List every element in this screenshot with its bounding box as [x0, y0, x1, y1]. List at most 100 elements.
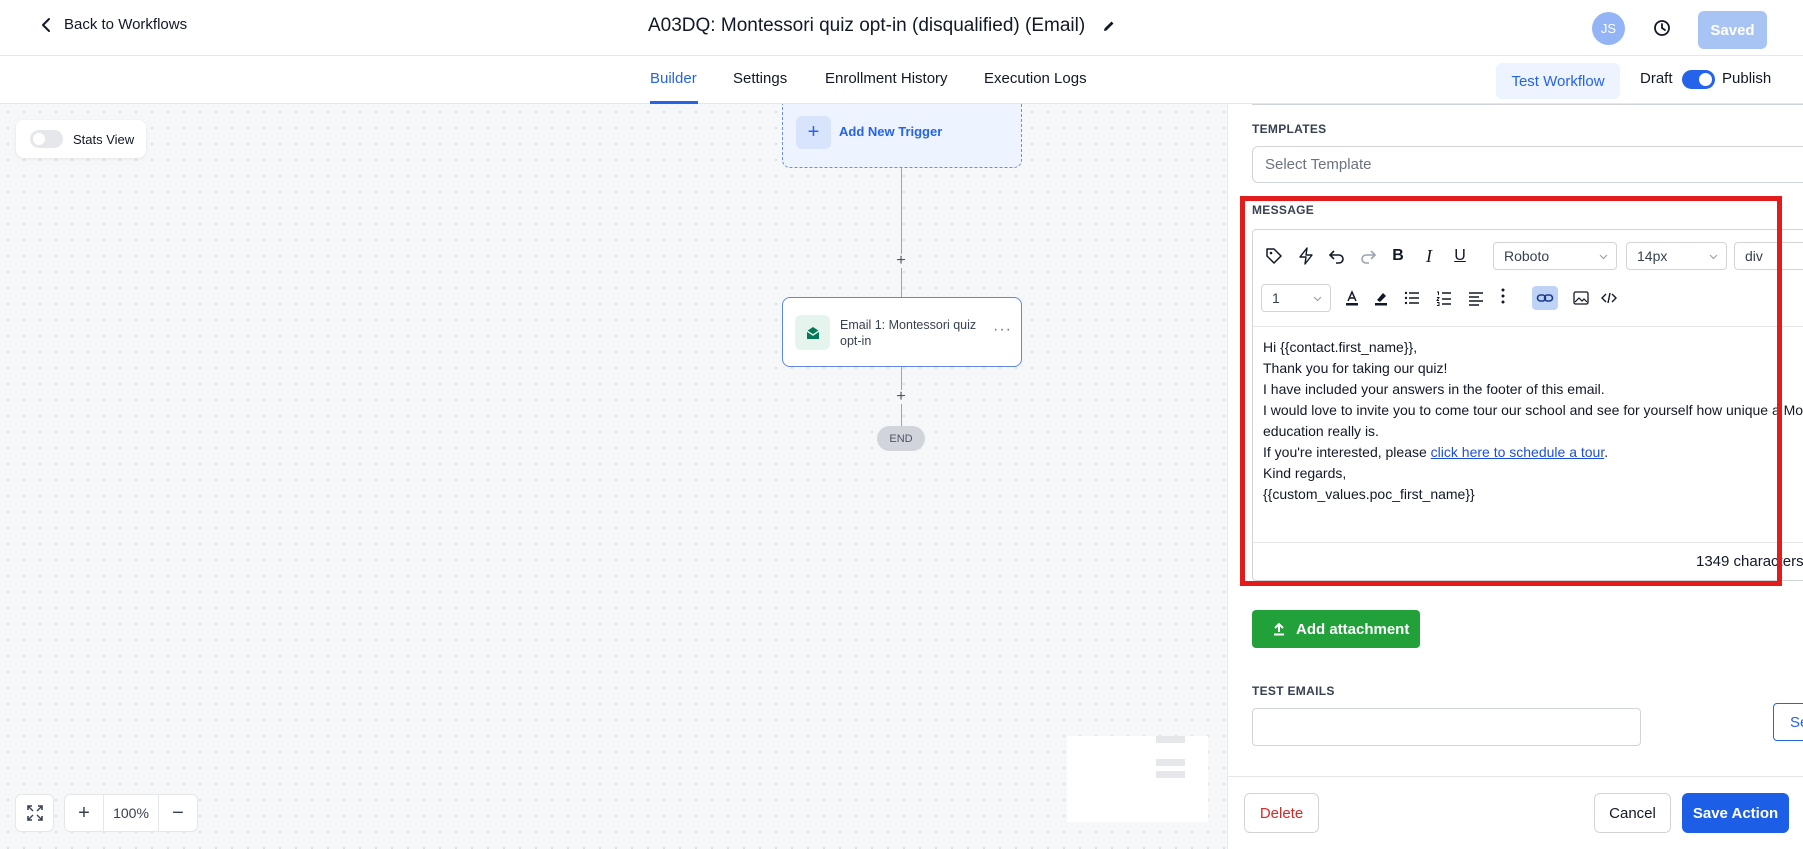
zoom-controls: + 100% − — [15, 794, 198, 832]
font-family-value: Roboto — [1504, 248, 1550, 264]
bullet-list-icon[interactable] — [1401, 287, 1423, 309]
footer-divider — [1228, 776, 1803, 777]
minimap[interactable] — [1067, 736, 1208, 822]
stats-view-toggle[interactable]: Stats View — [16, 120, 146, 158]
zoom-in-button[interactable]: + — [65, 795, 103, 831]
add-trigger-node[interactable]: + Add New Trigger — [782, 104, 1022, 168]
stats-view-label: Stats View — [73, 131, 135, 147]
zoom-out-button[interactable]: − — [159, 795, 197, 831]
font-size-value: 14px — [1637, 248, 1668, 264]
font-size-select[interactable]: 14px — [1626, 242, 1727, 270]
message-body[interactable]: Hi {{contact.first_name}}, Thank you for… — [1263, 337, 1803, 505]
counter-divider — [1253, 542, 1803, 543]
more-vertical-icon[interactable] — [1492, 285, 1514, 307]
expand-icon — [26, 805, 43, 821]
templates-label: TEMPLATES — [1252, 122, 1327, 136]
message-line: If you're interested, please click here … — [1263, 442, 1803, 463]
lightning-icon[interactable] — [1295, 245, 1317, 267]
block-format-value: div — [1745, 248, 1763, 264]
align-icon[interactable] — [1465, 287, 1487, 309]
publish-toggle[interactable] — [1682, 70, 1715, 89]
edit-pencil-icon[interactable] — [1101, 18, 1117, 34]
save-action-button[interactable]: Save Action — [1682, 793, 1789, 833]
back-to-workflows-link[interactable]: Back to Workflows — [38, 16, 187, 33]
message-editor: B I U Roboto 14px div 1 Hi {{contact.fir… — [1252, 229, 1803, 581]
message-line: education really is. — [1263, 423, 1379, 439]
upload-icon — [1274, 622, 1284, 636]
top-header: Back to Workflows A03DQ: Montessori quiz… — [0, 0, 1803, 56]
add-step-plus-icon[interactable]: + — [894, 388, 908, 405]
workflow-title-text: A03DQ: Montessori quiz opt-in (disqualif… — [648, 15, 1086, 36]
add-attachment-label: Add attachment — [1296, 620, 1410, 638]
zoom-level: 100% — [103, 795, 159, 831]
zoom-group: + 100% − — [64, 794, 198, 832]
message-line: Thank you for taking our quiz! — [1263, 360, 1448, 376]
plus-icon: + — [796, 116, 831, 149]
line-height-select[interactable]: 1 — [1261, 284, 1331, 312]
message-line: I have included your answers in the foot… — [1263, 381, 1605, 397]
chevron-left-icon — [42, 17, 50, 32]
workflow-title: A03DQ: Montessori quiz opt-in (disqualif… — [648, 15, 1117, 37]
connector-line — [901, 168, 902, 297]
message-label: MESSAGE — [1252, 203, 1315, 217]
send-test-button[interactable]: Se — [1773, 703, 1803, 741]
tag-icon[interactable] — [1263, 245, 1285, 267]
toolbar-divider — [1253, 326, 1803, 327]
test-workflow-button[interactable]: Test Workflow — [1496, 63, 1620, 99]
block-format-select[interactable]: div — [1734, 242, 1803, 270]
chevron-down-icon — [1709, 254, 1718, 260]
email-action-node[interactable]: Email 1: Montessori quiz opt-in ··· — [782, 297, 1022, 367]
minimap-block — [1156, 771, 1185, 778]
highlight-color-icon[interactable] — [1370, 287, 1392, 309]
link-icon[interactable] — [1534, 287, 1556, 309]
fit-view-button[interactable] — [15, 794, 54, 832]
user-avatar[interactable]: JS — [1592, 12, 1625, 45]
character-count: 1349 characters — [1696, 553, 1803, 570]
draft-label: Draft — [1640, 70, 1673, 87]
history-icon[interactable] — [1652, 18, 1672, 38]
workflow-canvas[interactable]: Stats View + Add New Trigger + Email 1: … — [0, 104, 1227, 849]
cancel-button[interactable]: Cancel — [1594, 793, 1671, 833]
message-line: Kind regards, — [1263, 465, 1347, 481]
saved-button[interactable]: Saved — [1698, 11, 1767, 49]
undo-icon[interactable] — [1326, 245, 1348, 267]
tab-execution-logs[interactable]: Execution Logs — [984, 70, 1087, 87]
tab-settings[interactable]: Settings — [733, 70, 787, 87]
font-family-select[interactable]: Roboto — [1493, 242, 1617, 270]
line-height-value: 1 — [1272, 290, 1280, 306]
message-text: . — [1604, 444, 1609, 460]
divider — [1252, 104, 1803, 105]
test-emails-label: TEST EMAILS — [1252, 684, 1335, 698]
message-line: Hi {{contact.first_name}}, — [1263, 339, 1418, 355]
tab-enrollment-history[interactable]: Enrollment History — [825, 70, 948, 87]
numbered-list-icon[interactable] — [1433, 287, 1455, 309]
add-attachment-button[interactable]: Add attachment — [1252, 610, 1420, 648]
message-line: {{custom_values.poc_first_name}} — [1263, 486, 1475, 502]
underline-icon[interactable]: U — [1449, 245, 1471, 267]
italic-icon[interactable]: I — [1418, 245, 1440, 267]
stats-toggle-switch[interactable] — [30, 130, 63, 148]
chevron-down-icon — [1313, 296, 1322, 302]
chevron-down-icon — [1599, 254, 1608, 260]
add-step-plus-icon[interactable]: + — [894, 252, 908, 269]
test-emails-input[interactable] — [1252, 708, 1641, 746]
email-icon — [795, 315, 830, 350]
minimap-block — [1156, 736, 1185, 743]
message-line: I would love to invite you to come tour … — [1263, 402, 1803, 418]
code-view-icon[interactable] — [1598, 287, 1620, 309]
tabs-bar: Builder Settings Enrollment History Exec… — [0, 56, 1803, 104]
bold-icon[interactable]: B — [1387, 245, 1409, 267]
delete-button[interactable]: Delete — [1244, 793, 1319, 833]
tab-builder[interactable]: Builder — [650, 70, 697, 87]
text-color-icon[interactable] — [1341, 287, 1363, 309]
minimap-block — [1156, 759, 1185, 766]
email-node-label: Email 1: Montessori quiz opt-in — [840, 318, 977, 348]
publish-label: Publish — [1722, 70, 1772, 87]
add-trigger-label: Add New Trigger — [839, 124, 943, 139]
redo-icon[interactable] — [1357, 245, 1379, 267]
image-icon[interactable] — [1570, 287, 1592, 309]
more-options-icon[interactable]: ··· — [993, 321, 1012, 339]
template-select[interactable]: Select Template — [1252, 146, 1803, 183]
end-node: END — [877, 426, 925, 451]
schedule-tour-link[interactable]: click here to schedule a tour — [1431, 444, 1605, 460]
